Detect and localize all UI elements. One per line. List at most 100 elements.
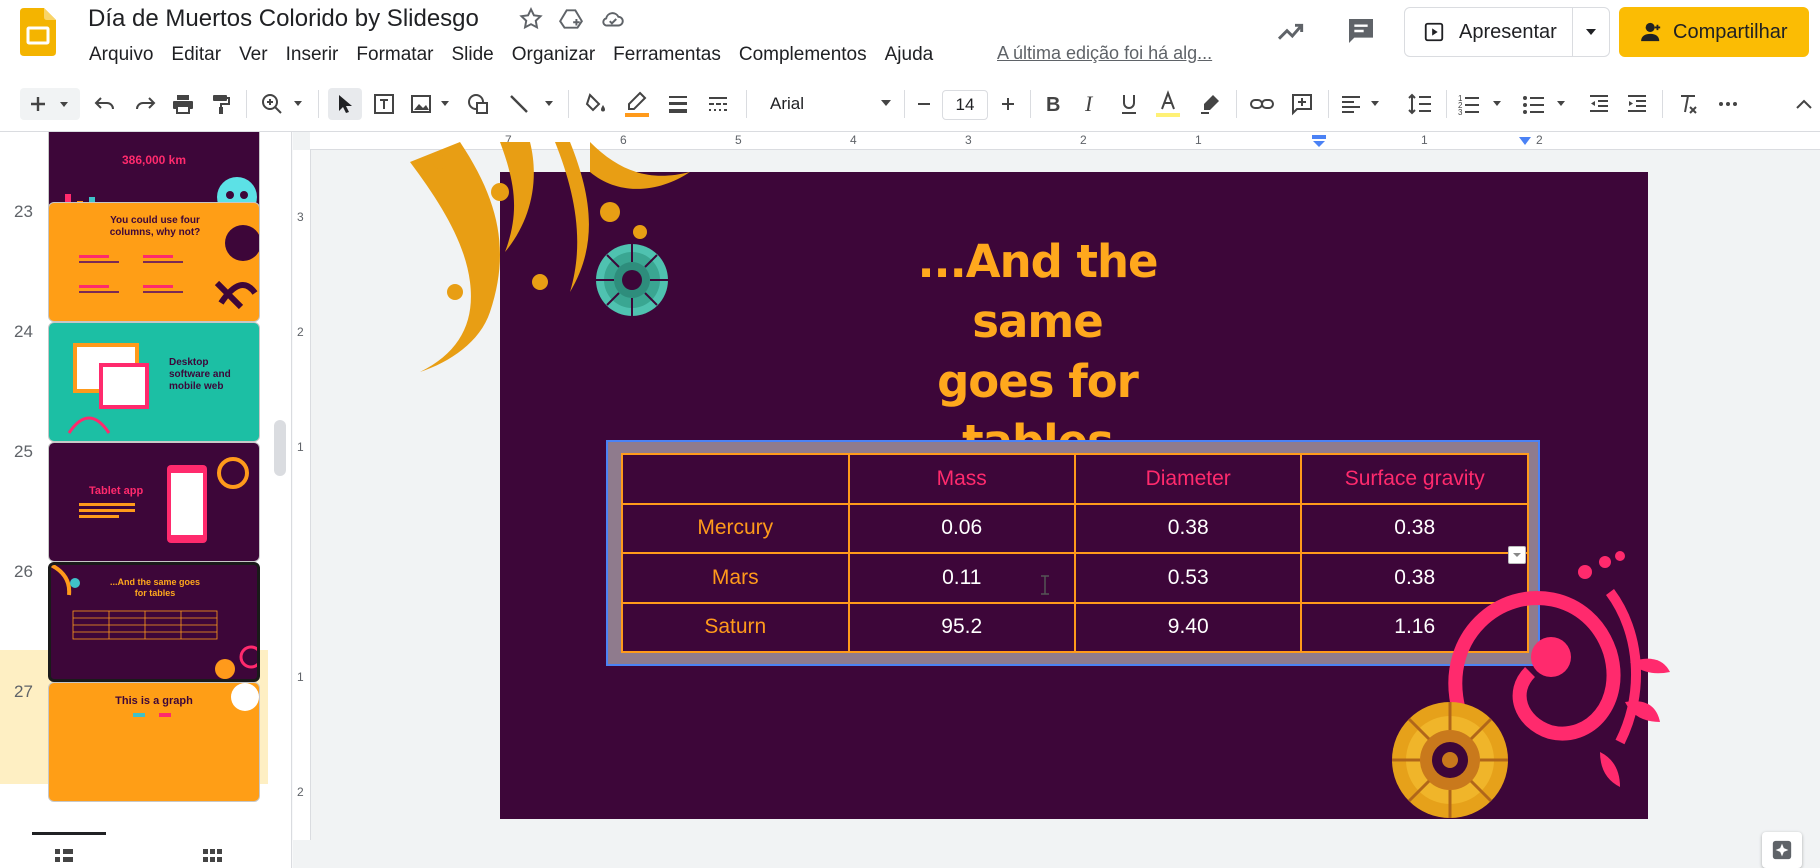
table-cell[interactable]: 0.53	[1073, 552, 1303, 604]
font-family-select[interactable]: Arial	[760, 90, 898, 118]
table-cell[interactable]: 9.40	[1073, 601, 1303, 653]
border-weight-button[interactable]	[662, 88, 694, 120]
menu-slide[interactable]: Slide	[442, 42, 502, 68]
menu-ajuda[interactable]: Ajuda	[876, 42, 943, 68]
slide-thumbnail-25[interactable]: Tablet app	[48, 442, 260, 562]
star-icon[interactable]	[518, 6, 544, 32]
table-row-label-cell[interactable]: Saturn	[621, 601, 850, 653]
table-header-cell[interactable]: Mass	[847, 453, 1076, 505]
clear-formatting-button[interactable]	[1672, 88, 1704, 120]
indent-decrease-icon	[1590, 95, 1608, 112]
fill-color-button[interactable]	[580, 88, 612, 120]
comments-icon[interactable]	[1345, 15, 1377, 47]
text-box-button[interactable]	[368, 88, 400, 120]
text-box-icon	[374, 94, 394, 114]
highlight-color-button[interactable]	[1194, 88, 1226, 120]
line-button[interactable]	[506, 88, 558, 120]
document-title[interactable]: Día de Muertos Colorido by Slidesgo	[88, 5, 479, 33]
right-indent-marker-icon[interactable]	[1518, 136, 1532, 146]
collapse-toolbar-button[interactable]	[1792, 88, 1816, 120]
chevron-down-icon	[881, 100, 891, 106]
slides-logo-icon[interactable]	[20, 8, 56, 56]
line-icon	[510, 95, 553, 113]
increase-indent-button[interactable]	[1622, 88, 1652, 120]
text-color-button[interactable]	[1152, 88, 1184, 120]
explore-button[interactable]	[1762, 832, 1802, 868]
slide-number-25: 25	[14, 442, 33, 461]
line-spacing-button[interactable]	[1404, 88, 1436, 120]
menu-organizar[interactable]: Organizar	[503, 42, 604, 68]
slide-canvas[interactable]: ...And the same goes for tables MassDiam…	[410, 142, 1670, 819]
align-button[interactable]	[1338, 88, 1386, 120]
menu-ver[interactable]: Ver	[230, 42, 277, 68]
print-button[interactable]	[168, 88, 198, 120]
decrease-indent-button[interactable]	[1584, 88, 1614, 120]
menu-bar: Arquivo Editar Ver Inserir Formatar Slid…	[80, 42, 942, 68]
paint-format-button[interactable]	[206, 88, 236, 120]
menu-ferramentas[interactable]: Ferramentas	[604, 42, 730, 68]
border-color-button[interactable]	[620, 88, 654, 120]
increase-font-size-button[interactable]	[994, 88, 1022, 120]
decrease-font-size-button[interactable]	[910, 88, 938, 120]
menu-inserir[interactable]: Inserir	[277, 42, 348, 68]
filmstrip-scrollbar[interactable]	[274, 420, 286, 476]
zoom-button[interactable]	[258, 88, 308, 120]
svg-text:I: I	[1084, 93, 1094, 115]
select-tool-button[interactable]	[328, 88, 362, 120]
font-size-input[interactable]: 14	[942, 90, 988, 120]
table-header-cell[interactable]: Surface gravity	[1300, 453, 1529, 505]
activity-dashboard-icon[interactable]	[1275, 16, 1307, 48]
numbered-list-button[interactable]: 123	[1456, 88, 1508, 120]
shape-button[interactable]	[462, 88, 494, 120]
insert-image-button[interactable]	[408, 88, 454, 120]
bulleted-list-button[interactable]	[1520, 88, 1572, 120]
undo-button[interactable]	[90, 88, 120, 120]
filmstrip-view-icon[interactable]	[54, 846, 74, 866]
indent-marker-icon[interactable]	[1311, 134, 1327, 148]
slide-title[interactable]: ...And the same goes for tables	[865, 232, 1210, 472]
cloud-saved-icon[interactable]	[600, 6, 626, 32]
image-icon	[411, 95, 449, 113]
slide-thumbnail-26[interactable]: ...And the same goes for tables	[48, 562, 260, 682]
move-to-drive-icon[interactable]	[558, 6, 584, 32]
table-corner-cell[interactable]	[621, 453, 850, 505]
present-button[interactable]: Apresentar	[1405, 8, 1574, 56]
table-row-label-cell[interactable]: Mars	[621, 552, 850, 604]
slide-thumbnail-24[interactable]: Desktop software and mobile web	[48, 322, 260, 442]
underline-button[interactable]	[1114, 88, 1144, 120]
grid-view-icon[interactable]	[202, 846, 222, 866]
add-comment-button[interactable]	[1286, 88, 1318, 120]
border-dash-button[interactable]	[702, 88, 734, 120]
more-options-button[interactable]	[1712, 88, 1744, 120]
thumbnail-decoration	[79, 225, 259, 310]
present-button-group: Apresentar	[1404, 7, 1610, 57]
pen-icon	[625, 91, 649, 117]
ruler-tick: 1	[297, 440, 304, 454]
share-button[interactable]: Compartilhar	[1619, 7, 1809, 57]
table-cell[interactable]: 0.06	[847, 502, 1076, 554]
chevron-down-icon	[1586, 29, 1597, 35]
table-row-label-cell[interactable]: Mercury	[621, 502, 850, 554]
present-options-dropdown[interactable]	[1573, 8, 1609, 56]
new-slide-button[interactable]	[20, 88, 80, 120]
table-cell[interactable]: 95.2	[847, 601, 1076, 653]
undo-icon	[94, 97, 114, 110]
menu-arquivo[interactable]: Arquivo	[80, 42, 162, 68]
menu-formatar[interactable]: Formatar	[347, 42, 442, 68]
table-header-cell[interactable]: Diameter	[1073, 453, 1303, 505]
redo-button[interactable]	[130, 88, 160, 120]
link-icon	[1250, 99, 1274, 109]
last-edit-link[interactable]: A última edição foi há alg...	[997, 43, 1212, 64]
svg-text:3: 3	[1458, 108, 1463, 116]
indent-increase-icon	[1628, 95, 1646, 112]
bold-button[interactable]: B	[1038, 88, 1068, 120]
slide-thumbnail-27[interactable]: This is a graph	[48, 682, 260, 802]
ruler-tick: 3	[965, 133, 972, 147]
table-cell[interactable]: 0.38	[1073, 502, 1303, 554]
menu-editar[interactable]: Editar	[162, 42, 230, 68]
ruler-tick: 1	[1421, 133, 1428, 147]
italic-button[interactable]: I	[1076, 88, 1106, 120]
menu-complementos[interactable]: Complementos	[730, 42, 876, 68]
insert-link-button[interactable]	[1246, 88, 1278, 120]
slide-thumbnail-23[interactable]: You could use four columns, why not?	[48, 202, 260, 322]
